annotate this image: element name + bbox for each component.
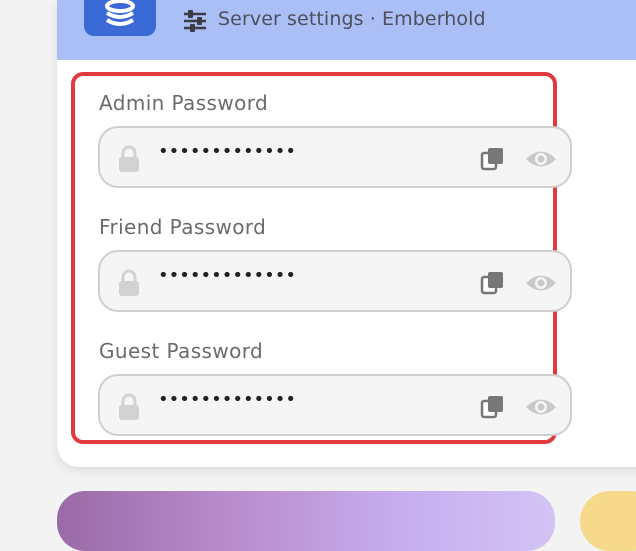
lock-icon xyxy=(118,393,140,421)
guest-password-label: Guest Password xyxy=(99,339,264,363)
copy-icon[interactable] xyxy=(480,270,506,296)
copy-icon[interactable] xyxy=(480,146,506,172)
copy-icon[interactable] xyxy=(480,394,506,420)
eye-icon[interactable] xyxy=(524,146,558,172)
admin-password-label: Admin Password xyxy=(99,91,269,115)
next-card-gradient[interactable] xyxy=(57,491,555,551)
lock-icon xyxy=(118,269,140,297)
admin-password-value[interactable]: ••••••••••••• xyxy=(158,141,296,162)
friend-password-field[interactable]: ••••••••••••• xyxy=(98,250,572,312)
server-app-icon xyxy=(84,0,156,36)
eye-icon[interactable] xyxy=(524,270,558,296)
guest-password-field[interactable]: ••••••••••••• xyxy=(98,374,572,436)
guest-password-value[interactable]: ••••••••••••• xyxy=(158,389,296,410)
server-settings-card: Server settings · Emberhold Admin Passwo… xyxy=(57,0,636,467)
lock-icon xyxy=(118,145,140,173)
sliders-icon xyxy=(182,8,208,34)
settings-header: Server settings · Emberhold xyxy=(57,0,636,60)
passwords-panel: Admin Password ••••••••••••• Friend Pass… xyxy=(71,72,572,444)
friend-password-value[interactable]: ••••••••••••• xyxy=(158,265,296,286)
header-title: Server settings · Emberhold xyxy=(218,8,486,30)
eye-icon[interactable] xyxy=(524,394,558,420)
next-card-yellow[interactable] xyxy=(580,491,636,551)
friend-password-label: Friend Password xyxy=(99,215,267,239)
admin-password-field[interactable]: ••••••••••••• xyxy=(98,126,572,188)
